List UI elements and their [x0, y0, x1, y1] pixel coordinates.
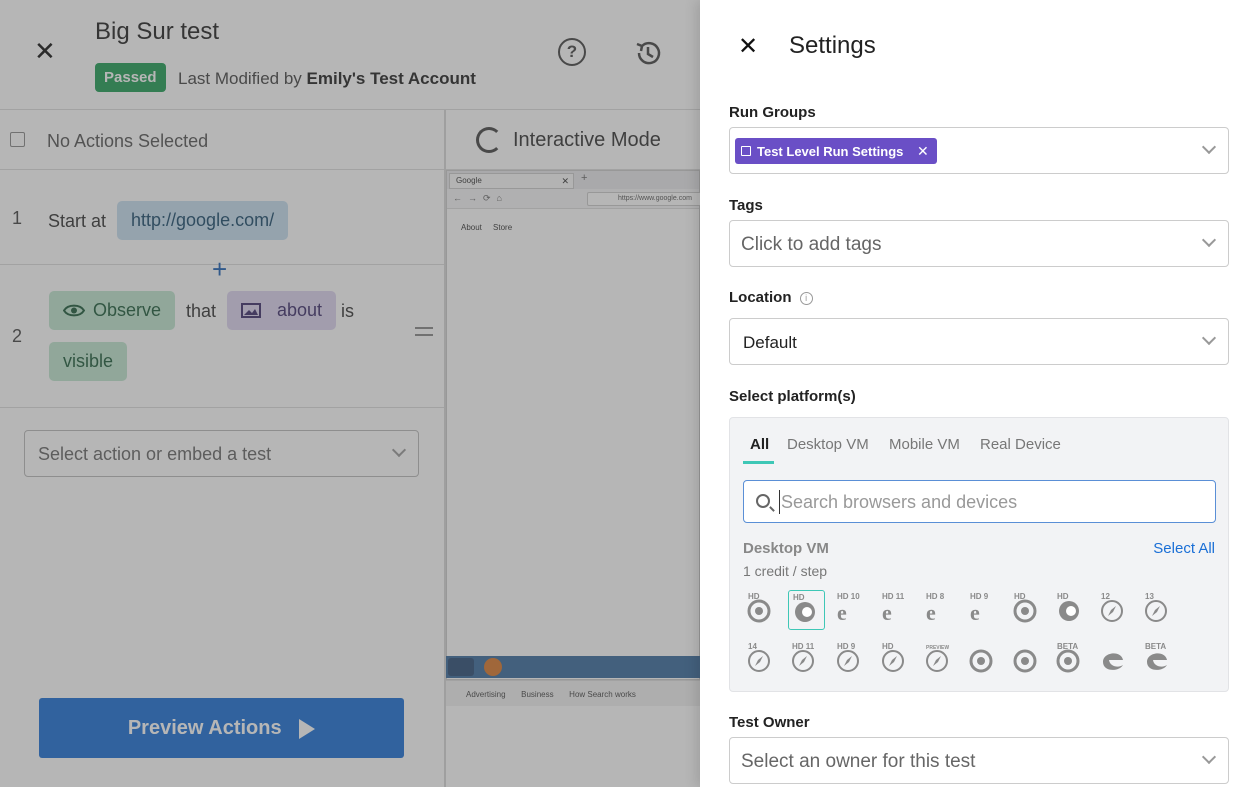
firefox-mac-hd-icon[interactable]: HD [1053, 590, 1089, 626]
owner-placeholder: Select an owner for this test [741, 751, 976, 772]
svg-text:HD 8: HD 8 [926, 592, 945, 601]
safari12-icon[interactable]: 12 [1097, 590, 1133, 626]
tab-all[interactable]: All [750, 436, 769, 453]
group-title: Desktop VM [743, 540, 829, 557]
safari-preview-icon[interactable]: PREVIEW [922, 640, 958, 676]
select-all-link[interactable]: Select All [1153, 540, 1215, 557]
run-groups-label: Run Groups [729, 104, 816, 121]
location-label: Location i [729, 289, 813, 306]
svg-text:HD: HD [882, 642, 894, 651]
tab-mobile-vm[interactable]: Mobile VM [889, 436, 960, 453]
run-groups-select[interactable]: Test Level Run Settings ✕ [729, 127, 1229, 174]
play-square-icon [741, 146, 751, 156]
location-value: Default [743, 333, 797, 352]
chip-remove-icon[interactable]: ✕ [917, 143, 929, 159]
run-group-chip[interactable]: Test Level Run Settings ✕ [735, 138, 937, 164]
svg-text:HD: HD [1057, 592, 1069, 601]
chrome-linux-icon[interactable] [966, 640, 1002, 676]
location-label-text: Location [729, 289, 792, 306]
group-credit: 1 credit / step [743, 563, 828, 579]
tags-select[interactable]: Click to add tags [729, 220, 1229, 267]
platforms-label: Select platform(s) [729, 388, 856, 405]
chrome-windows-icon[interactable] [1010, 640, 1046, 676]
platform-picker: All Desktop VM Mobile VM Real Device Des… [729, 417, 1229, 692]
owner-label: Test Owner [729, 714, 810, 731]
tags-placeholder: Click to add tags [741, 234, 882, 255]
firefox-hd-icon[interactable]: HD [788, 590, 825, 630]
chrome-beta-icon[interactable]: BETA [1053, 640, 1089, 676]
svg-text:HD 11: HD 11 [882, 592, 905, 601]
settings-title: Settings [789, 32, 876, 59]
chip-label: Test Level Run Settings [757, 144, 904, 159]
svg-text:12: 12 [1101, 592, 1110, 601]
safari9-hd-icon[interactable]: HD 9 [833, 640, 869, 676]
svg-text:PREVIEW: PREVIEW [926, 645, 949, 651]
svg-text:HD: HD [748, 592, 760, 601]
edge-icon[interactable] [1097, 640, 1133, 676]
svg-text:HD: HD [793, 593, 805, 602]
chevron-down-icon [1201, 749, 1217, 765]
chevron-down-icon [1201, 139, 1217, 155]
svg-text:BETA: BETA [1145, 642, 1166, 651]
ie11-hd-icon[interactable]: e HD 11 [878, 590, 914, 626]
chevron-down-icon [1201, 232, 1217, 248]
svg-text:e: e [837, 600, 847, 625]
info-icon[interactable]: i [799, 292, 813, 305]
ie8-hd-icon[interactable]: e HD 8 [922, 590, 958, 626]
platform-search[interactable] [743, 480, 1216, 523]
svg-text:14: 14 [748, 642, 757, 651]
svg-text:13: 13 [1145, 592, 1154, 601]
svg-text:HD 11: HD 11 [792, 642, 815, 651]
svg-text:e: e [970, 600, 980, 625]
ie10-hd-icon[interactable]: e HD 10 [833, 590, 869, 626]
test-editor: ✕ Big Sur test Passed Last Modified by E… [0, 0, 700, 787]
svg-text:HD 9: HD 9 [970, 592, 989, 601]
chrome-mac-hd-icon[interactable]: HD [1010, 590, 1046, 626]
svg-text:HD 10: HD 10 [837, 592, 860, 601]
svg-text:e: e [926, 600, 936, 625]
close-settings-icon[interactable]: ✕ [738, 32, 758, 61]
ie9-hd-icon[interactable]: e HD 9 [966, 590, 1002, 626]
owner-select[interactable]: Select an owner for this test [729, 737, 1229, 784]
svg-text:HD 9: HD 9 [837, 642, 856, 651]
safari13-icon[interactable]: 13 [1141, 590, 1177, 626]
safari11-hd-icon[interactable]: HD 11 [788, 640, 824, 676]
edge-beta-icon[interactable]: BETA [1141, 640, 1177, 676]
dim-overlay[interactable] [0, 0, 700, 787]
svg-text:BETA: BETA [1057, 642, 1078, 651]
settings-drawer: ✕ Settings Run Groups Test Level Run Set… [700, 0, 1242, 787]
active-tab-indicator [743, 461, 774, 464]
location-select[interactable]: Default [729, 318, 1229, 365]
svg-text:HD: HD [1014, 592, 1026, 601]
tab-desktop-vm[interactable]: Desktop VM [787, 436, 869, 453]
search-icon [756, 494, 770, 508]
chevron-down-icon [1201, 330, 1217, 346]
chrome-hd-icon[interactable]: HD [744, 590, 780, 626]
safari-hd-icon[interactable]: HD [878, 640, 914, 676]
search-input[interactable] [779, 490, 1209, 514]
tab-real-device[interactable]: Real Device [980, 436, 1061, 453]
safari14-icon[interactable]: 14 [744, 640, 780, 676]
tags-label: Tags [729, 197, 763, 214]
svg-text:e: e [882, 600, 892, 625]
